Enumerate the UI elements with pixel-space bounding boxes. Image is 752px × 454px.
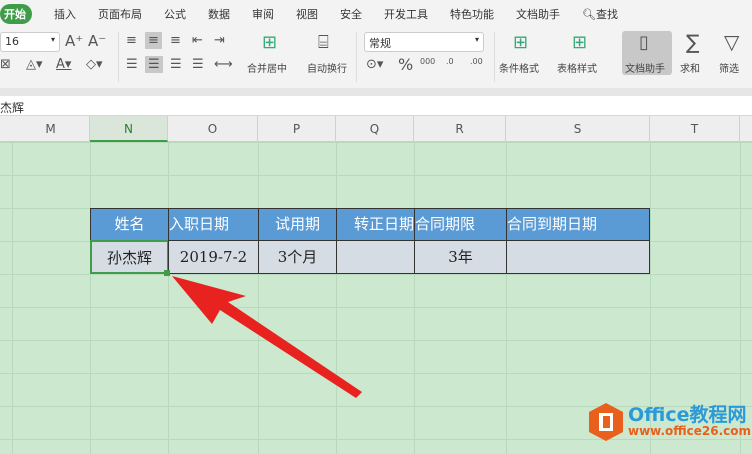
watermark-title: Office教程网 <box>628 404 747 426</box>
red-arrow-icon <box>172 276 362 398</box>
watermark-logo: Office教程网 www.office26.com <box>588 402 751 445</box>
watermark-url: www.office26.com <box>628 424 752 438</box>
office-logo-icon <box>589 403 623 441</box>
annotation-arrow <box>172 276 362 398</box>
